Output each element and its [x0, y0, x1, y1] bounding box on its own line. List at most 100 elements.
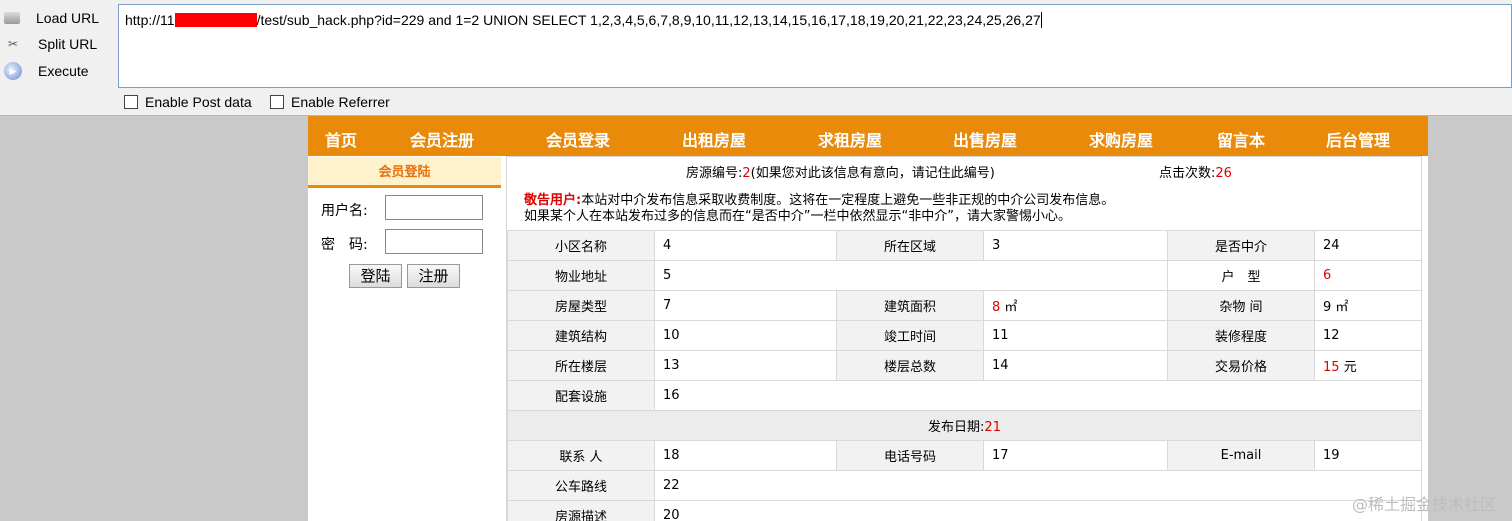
email-label: E-mail: [1167, 440, 1315, 471]
phone-value: 17: [983, 440, 1168, 471]
table-row: 所在楼层 13 楼层总数 14 交易价格 15 元: [507, 350, 1422, 381]
notice-title: 敬告用户:: [524, 193, 582, 208]
password-label: 密 码:: [321, 237, 368, 253]
address-label: 物业地址: [507, 260, 655, 291]
notice-line-1: 本站对中介发布信息采取收费制度。这将在一定程度上避免一些非正规的中介公司发布信息…: [581, 193, 1115, 208]
register-button[interactable]: 注册: [407, 264, 460, 288]
user-notice: 敬告用户:本站对中介发布信息采取收费制度。这将在一定程度上避免一些非正规的中介公…: [524, 193, 1114, 225]
checkbox-box[interactable]: [270, 95, 284, 109]
redaction-mark: [174, 13, 257, 27]
enable-referrer-checkbox[interactable]: Enable Referrer: [270, 94, 390, 110]
total-floors-value: 14: [983, 350, 1168, 381]
publish-date-label: 发布日期:: [928, 420, 985, 435]
completed-label: 竣工时间: [836, 320, 984, 351]
type-label: 房屋类型: [507, 290, 655, 321]
size-cell: 8 ㎡: [983, 290, 1168, 321]
username-input[interactable]: [385, 195, 483, 220]
bus-value: 22: [654, 470, 1422, 501]
enable-post-data-label: Enable Post data: [145, 94, 252, 110]
layout-value: 6: [1314, 260, 1422, 291]
floor-label: 所在楼层: [507, 350, 655, 381]
price-value: 15: [1323, 360, 1340, 375]
site-page: 首页 会员注册 会员登录 出租房屋 求租房屋 出售房屋 求购房屋 留言本 后台管…: [308, 116, 1428, 521]
load-url-icon: [4, 12, 20, 24]
address-value: 5: [654, 260, 1168, 291]
storage-label: 杂物 间: [1167, 290, 1315, 321]
contact-label: 联系 人: [507, 440, 655, 471]
url-suffix: /test/sub_hack.php?id=229 and 1=2 UNION …: [256, 12, 1041, 28]
facilities-value: 16: [654, 380, 1422, 411]
listing-detail-table: 小区名称 4 所在区域 3 是否中介 24 物业地址 5 户 型 6 房屋类型 …: [507, 230, 1422, 521]
table-row: 联系 人 18 电话号码 17 E-mail 19: [507, 440, 1422, 471]
contact-value: 18: [654, 440, 837, 471]
password-input[interactable]: [385, 229, 483, 254]
description-value: 20: [654, 500, 1422, 521]
url-textarea[interactable]: http://11/test/sub_hack.php?id=229 and 1…: [118, 4, 1512, 88]
watermark: @稀土掘金技术社区: [1351, 495, 1496, 514]
email-value: 19: [1314, 440, 1422, 471]
listing-id-label: 房源编号:: [686, 166, 743, 181]
agent-label: 是否中介: [1167, 230, 1315, 261]
nav-item-admin[interactable]: 后台管理: [1326, 127, 1390, 151]
nav-item-for-sale[interactable]: 出售房屋: [953, 127, 1017, 151]
size-value: 8: [992, 300, 1001, 315]
member-login-panel: 会员登陆 用户名: 密 码: 登陆 注册: [308, 156, 501, 521]
decor-value: 12: [1314, 320, 1422, 351]
total-floors-label: 楼层总数: [836, 350, 984, 381]
phone-label: 电话号码: [836, 440, 984, 471]
type-value: 7: [654, 290, 837, 321]
community-label: 小区名称: [507, 230, 655, 261]
agent-value: 24: [1314, 230, 1422, 261]
description-label: 房源描述: [507, 500, 655, 521]
nav-item-home[interactable]: 首页: [325, 127, 357, 151]
size-label: 建筑面积: [836, 290, 984, 321]
checkbox-box[interactable]: [124, 95, 138, 109]
nav-item-guestbook[interactable]: 留言本: [1217, 127, 1265, 151]
nav-item-rent-out[interactable]: 出租房屋: [682, 127, 746, 151]
table-row: 房源描述 20: [507, 500, 1422, 521]
table-row: 发布日期:21: [507, 410, 1422, 441]
enable-referrer-label: Enable Referrer: [291, 94, 390, 110]
storage-value: 9 ㎡: [1314, 290, 1422, 321]
listing-detail-panel: 房源编号:2(如果您对此该信息有意向，请记住此编号) 点击次数:26 敬告用户:…: [506, 156, 1422, 521]
layout-label: 户 型: [1167, 260, 1315, 291]
area-value: 3: [983, 230, 1168, 261]
username-label: 用户名:: [321, 203, 368, 219]
structure-label: 建筑结构: [507, 320, 655, 351]
nav-item-login[interactable]: 会员登录: [546, 127, 610, 151]
enable-post-data-checkbox[interactable]: Enable Post data: [124, 94, 252, 110]
nav-item-rent-wanted[interactable]: 求租房屋: [818, 127, 882, 151]
url-prefix: http://11: [125, 12, 175, 28]
area-label: 所在区域: [836, 230, 984, 261]
execute-button[interactable]: ▶ Execute: [4, 59, 89, 83]
floor-value: 13: [654, 350, 837, 381]
main-nav: 首页 会员注册 会员登录 出租房屋 求租房屋 出售房屋 求购房屋 留言本 后台管…: [308, 116, 1428, 156]
publish-date-cell: 发布日期:21: [507, 410, 1422, 441]
bus-label: 公车路线: [507, 470, 655, 501]
price-unit: 元: [1343, 360, 1357, 375]
play-icon: ▶: [4, 62, 22, 80]
split-url-button[interactable]: ✂ Split URL: [4, 32, 97, 56]
table-row: 配套设施 16: [507, 380, 1422, 411]
table-row: 物业地址 5 户 型 6: [507, 260, 1422, 291]
hackbar-toolbar: Load URL ✂ Split URL ▶ Execute http://11…: [0, 0, 1512, 116]
completed-value: 11: [983, 320, 1168, 351]
login-button[interactable]: 登陆: [349, 264, 402, 288]
decor-label: 装修程度: [1167, 320, 1315, 351]
text-caret: [1040, 12, 1042, 28]
community-value: 4: [654, 230, 837, 261]
load-url-button[interactable]: Load URL: [4, 6, 99, 30]
nav-item-register[interactable]: 会员注册: [410, 127, 474, 151]
click-count-label: 点击次数:: [1159, 166, 1216, 181]
table-row: 房屋类型 7 建筑面积 8 ㎡ 杂物 间 9 ㎡: [507, 290, 1422, 321]
table-row: 公车路线 22: [507, 470, 1422, 501]
publish-date-value: 21: [984, 420, 1001, 435]
nav-item-buy-wanted[interactable]: 求购房屋: [1089, 127, 1153, 151]
facilities-label: 配套设施: [507, 380, 655, 411]
notice-line-2: 如果某个人在本站发布过多的信息而在“是否中介”一栏中依然显示“非中介”，请大家警…: [524, 209, 1071, 224]
split-url-label: Split URL: [38, 36, 98, 52]
execute-label: Execute: [38, 63, 89, 79]
click-count-value: 26: [1215, 166, 1232, 181]
price-label: 交易价格: [1167, 350, 1315, 381]
load-url-label: Load URL: [36, 10, 100, 26]
